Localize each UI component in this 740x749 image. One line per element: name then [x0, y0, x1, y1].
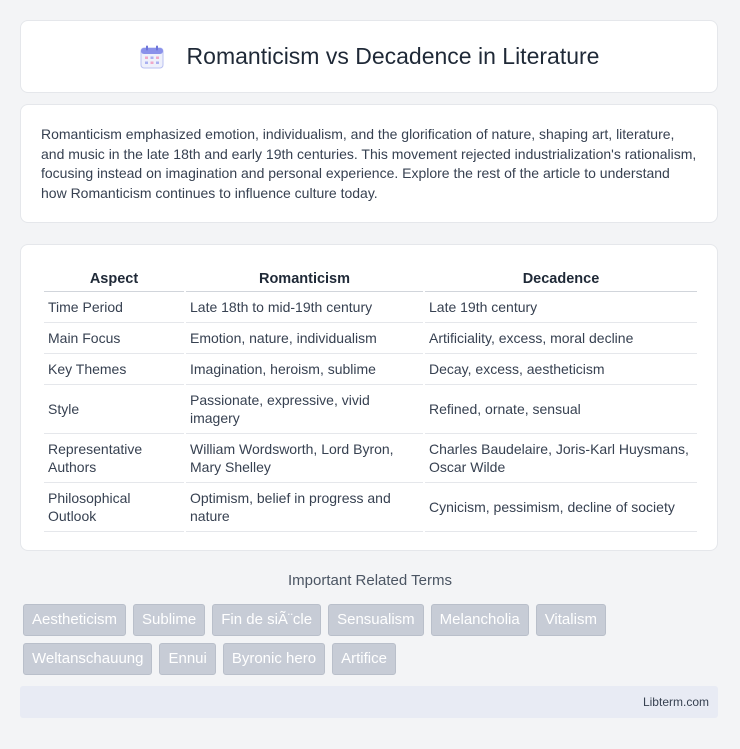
related-term-tag[interactable]: Weltanschauung: [23, 643, 153, 675]
table-row: Time Period Late 18th to mid-19th centur…: [44, 292, 697, 323]
table-cell-romanticism: William Wordsworth, Lord Byron, Mary She…: [186, 434, 423, 483]
related-term-tag[interactable]: Ennui: [159, 643, 216, 675]
related-terms-heading: Important Related Terms: [288, 572, 452, 589]
table-cell-aspect: Representative Authors: [44, 434, 184, 483]
comparison-table: Aspect Romanticism Decadence Time Period…: [42, 265, 699, 532]
table-cell-aspect: Style: [44, 385, 184, 434]
table-cell-romanticism: Optimism, belief in progress and nature: [186, 483, 423, 532]
related-term-tag[interactable]: Artifice: [332, 643, 396, 675]
table-cell-aspect: Philosophical Outlook: [44, 483, 184, 532]
intro-text: Romanticism emphasized emotion, individu…: [41, 126, 697, 201]
table-row: Philosophical Outlook Optimism, belief i…: [44, 483, 697, 532]
related-term-tag[interactable]: Byronic hero: [222, 643, 326, 675]
table-cell-romanticism: Imagination, heroism, sublime: [186, 354, 423, 385]
table-row: Style Passionate, expressive, vivid imag…: [44, 385, 697, 434]
calendar-icon: [139, 44, 165, 70]
intro-card: Romanticism emphasized emotion, individu…: [20, 104, 718, 223]
table-cell-aspect: Key Themes: [44, 354, 184, 385]
related-term-tag[interactable]: Sensualism: [328, 604, 424, 636]
table-cell-decadence: Decay, excess, aestheticism: [425, 354, 697, 385]
table-cell-aspect: Main Focus: [44, 323, 184, 354]
related-term-tag[interactable]: Vitalism: [535, 604, 606, 636]
footer-brand-link[interactable]: Libterm.com: [643, 695, 709, 709]
header-card: Romanticism vs Decadence in Literature: [20, 20, 718, 93]
table-row: Key Themes Imagination, heroism, sublime…: [44, 354, 697, 385]
related-term-tag[interactable]: Melancholia: [430, 604, 529, 636]
table-cell-decadence: Cynicism, pessimism, decline of society: [425, 483, 697, 532]
table-header-row: Aspect Romanticism Decadence: [44, 265, 697, 292]
comparison-table-card: Aspect Romanticism Decadence Time Period…: [20, 244, 718, 551]
footer-bar: Libterm.com: [20, 686, 718, 718]
table-cell-romanticism: Emotion, nature, individualism: [186, 323, 423, 354]
table-cell-decadence: Artificiality, excess, moral decline: [425, 323, 697, 354]
table-cell-decadence: Late 19th century: [425, 292, 697, 323]
related-term-tag[interactable]: Sublime: [133, 604, 206, 636]
table-cell-decadence: Charles Baudelaire, Joris-Karl Huysmans,…: [425, 434, 697, 483]
table-cell-aspect: Time Period: [44, 292, 184, 323]
table-cell-romanticism: Late 18th to mid-19th century: [186, 292, 423, 323]
column-header-decadence: Decadence: [425, 265, 697, 292]
table-row: Representative Authors William Wordswort…: [44, 434, 697, 483]
related-terms-list: Aestheticism Sublime Fin de siÃ¨cle Sens…: [23, 604, 723, 675]
table-row: Main Focus Emotion, nature, individualis…: [44, 323, 697, 354]
table-cell-decadence: Refined, ornate, sensual: [425, 385, 697, 434]
related-term-tag[interactable]: Aestheticism: [23, 604, 127, 636]
related-term-tag[interactable]: Fin de siÃ¨cle: [212, 604, 322, 636]
column-header-romanticism: Romanticism: [186, 265, 423, 292]
page-title: Romanticism vs Decadence in Literature: [186, 43, 600, 69]
table-cell-romanticism: Passionate, expressive, vivid imagery: [186, 385, 423, 434]
column-header-aspect: Aspect: [44, 265, 184, 292]
